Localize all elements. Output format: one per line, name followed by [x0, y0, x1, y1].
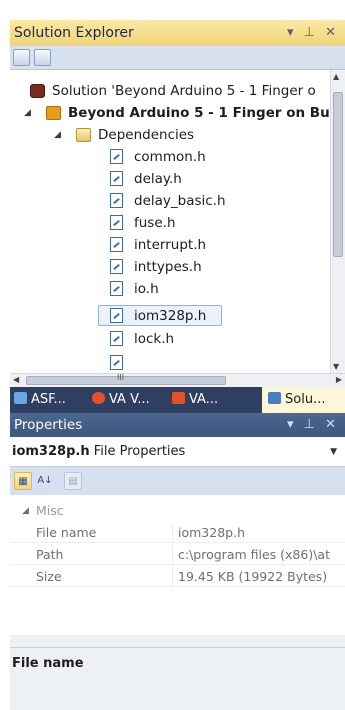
tab-solution-explorer[interactable]: Solu... — [262, 387, 345, 413]
ide-tool-window: Solution Explorer ▾ ⊥ ✕ Solution 'Beyond… — [10, 20, 345, 710]
tree-item-label: common.h — [134, 149, 206, 165]
file-link-icon — [110, 355, 123, 370]
project-icon — [46, 106, 61, 120]
va-view-icon — [92, 392, 105, 404]
tab-asf[interactable]: ASF... — [14, 387, 88, 413]
file-link-icon — [110, 331, 123, 346]
property-row[interactable]: Path c:\program files (x86)\at — [10, 545, 345, 565]
properties-title: Properties — [14, 417, 83, 433]
tree-item-label: fuse.h — [134, 215, 176, 231]
property-grid: ◢ Misc File name iom328p.h Path c:\progr… — [10, 495, 345, 635]
file-link-icon — [110, 171, 123, 186]
tab-va-view[interactable]: VA V... — [92, 387, 168, 413]
properties-title-bar[interactable]: Properties ▾ ⊥ ✕ — [10, 413, 345, 437]
scrollbar-thumb[interactable]: III — [26, 373, 226, 385]
scroll-right-icon[interactable]: ▶ — [336, 375, 342, 384]
file-link-icon — [110, 259, 123, 274]
tab-label: Solu... — [285, 392, 326, 407]
property-value: iom328p.h — [178, 525, 245, 540]
tab-label: ASF... — [31, 392, 66, 407]
column-separator — [172, 567, 173, 587]
tab-label: VA V... — [109, 392, 150, 407]
tool-window-tabs: ASF... VA V... VA... Solu... — [10, 387, 345, 413]
description-pane: File name — [10, 647, 345, 710]
solution-explorer-title: Solution Explorer — [14, 25, 134, 41]
column-separator — [172, 545, 173, 565]
vertical-scrollbar[interactable]: ▲ ▼ — [330, 70, 345, 373]
file-link-icon — [110, 237, 123, 252]
scroll-left-icon[interactable]: ◀ — [13, 375, 19, 384]
object-name: iom328p.h — [12, 444, 90, 459]
va-outline-icon — [172, 392, 185, 404]
properties-icon[interactable] — [13, 49, 30, 66]
tree-item-label: io.h — [134, 281, 159, 297]
file-link-icon — [110, 149, 123, 164]
solution-explorer-toolbar — [10, 46, 345, 70]
chevron-down-icon[interactable]: ▼ — [330, 437, 337, 467]
window-controls[interactable]: ▾ ⊥ ✕ — [287, 413, 339, 437]
property-key: Path — [36, 547, 64, 562]
solution-explorer-icon — [268, 392, 281, 404]
tree-item-label: interrupt.h — [134, 237, 207, 253]
folder-icon — [76, 128, 91, 142]
tree-item-label: inttypes.h — [134, 259, 202, 275]
expand-arrow-icon[interactable]: ◢ — [24, 102, 31, 124]
property-pages-icon[interactable]: ▤ — [64, 472, 82, 490]
scrollbar-thumb[interactable] — [333, 92, 343, 257]
alphabetical-sort-icon[interactable]: A↓ — [36, 472, 54, 490]
asf-icon — [14, 392, 27, 404]
category-label: Misc — [36, 503, 64, 518]
tree-item-label: delay.h — [134, 171, 182, 187]
show-all-files-icon[interactable] — [34, 49, 51, 66]
solution-icon — [30, 84, 45, 98]
file-link-icon — [110, 193, 123, 208]
thumb-grip: III — [117, 373, 125, 382]
file-link-icon — [110, 215, 123, 230]
expand-arrow-icon[interactable]: ◢ — [54, 124, 61, 146]
property-row[interactable]: File name iom328p.h — [10, 523, 345, 543]
solution-explorer-title-bar[interactable]: Solution Explorer ▾ ⊥ ✕ — [10, 20, 345, 46]
solution-tree[interactable]: Solution 'Beyond Arduino 5 - 1 Finger o … — [10, 70, 330, 373]
property-key: File name — [36, 525, 97, 540]
category-row[interactable]: ◢ Misc — [10, 501, 345, 521]
scroll-up-icon[interactable]: ▲ — [333, 72, 339, 81]
column-separator — [172, 523, 173, 543]
object-selector-dropdown[interactable]: iom328p.h File Properties ▼ — [10, 437, 345, 467]
window-controls[interactable]: ▾ ⊥ ✕ — [287, 20, 339, 46]
tree-item-label: Dependencies — [98, 127, 195, 143]
property-key: Size — [36, 569, 62, 584]
tree-item-label: Solution 'Beyond Arduino 5 - 1 Finger o — [52, 83, 316, 99]
tree-item-label: iom328p.h — [134, 308, 207, 324]
tab-label: VA... — [189, 392, 219, 407]
properties-toolbar: ▦ A↓ ▤ — [10, 467, 345, 495]
property-value: 19.45 KB (19922 Bytes) — [178, 569, 328, 584]
property-value: c:\program files (x86)\at — [178, 547, 330, 562]
property-row[interactable]: Size 19.45 KB (19922 Bytes) — [10, 567, 345, 587]
horizontal-scrollbar[interactable]: ◀ III ▶ — [10, 373, 345, 387]
collapse-arrow-icon[interactable]: ◢ — [22, 501, 29, 521]
file-link-icon — [110, 308, 123, 323]
tree-item-label: lock.h — [134, 331, 175, 347]
description-title: File name — [12, 656, 84, 671]
properties-panel: iom328p.h File Properties ▼ ▦ A↓ ▤ ◢ Mis… — [10, 437, 345, 710]
object-type: File Properties — [93, 444, 186, 459]
tab-va-outline[interactable]: VA... — [172, 387, 248, 413]
tree-item-label: Beyond Arduino 5 - 1 Finger on Bu — [68, 105, 330, 121]
file-link-icon — [110, 281, 123, 296]
scroll-down-icon[interactable]: ▼ — [333, 362, 339, 371]
categorized-icon[interactable]: ▦ — [14, 472, 32, 490]
tree-item-label: delay_basic.h — [134, 193, 226, 209]
